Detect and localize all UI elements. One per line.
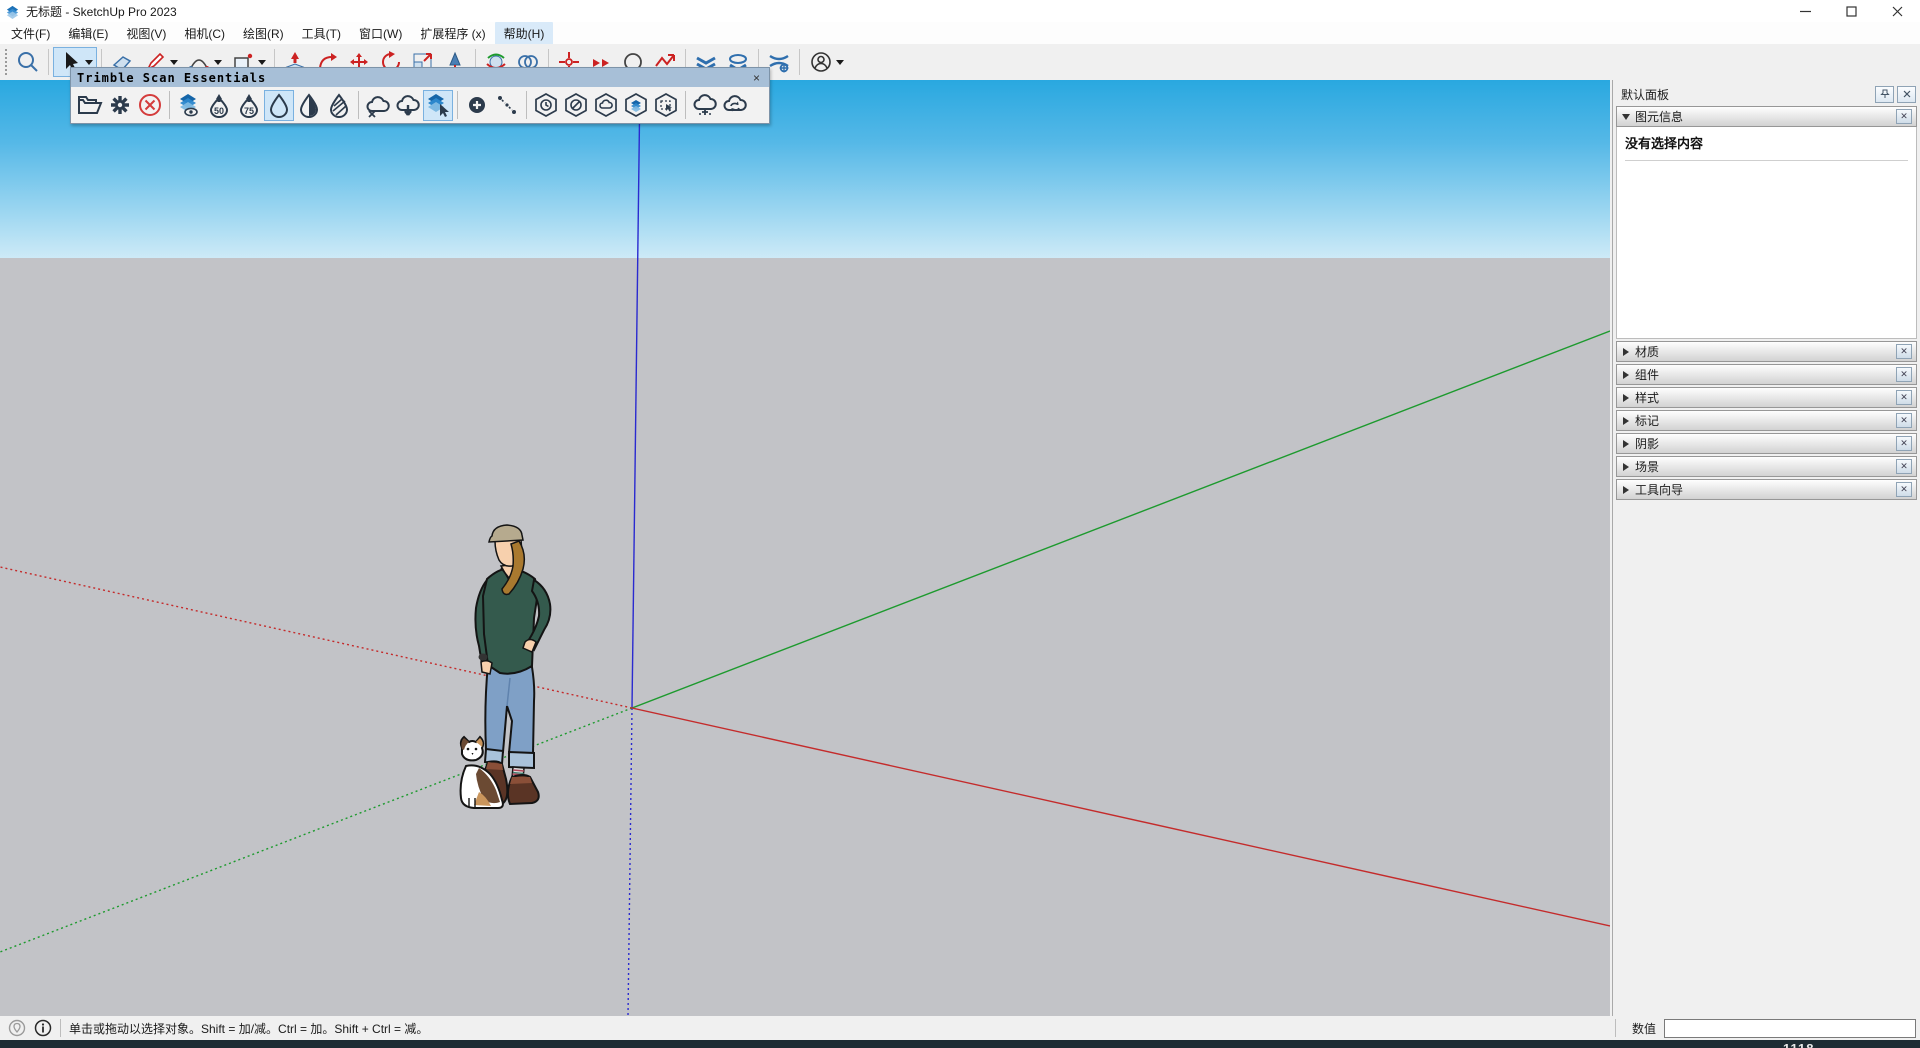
- trimble-toolbar-icons: 50 75: [71, 87, 769, 123]
- add-point-icon[interactable]: [462, 90, 492, 121]
- tray-pin-icon[interactable]: [1875, 86, 1894, 103]
- box-select-icon[interactable]: [651, 90, 681, 121]
- menu-item[interactable]: 视图(V): [117, 22, 175, 45]
- box-trimble-icon[interactable]: [621, 90, 651, 121]
- chevron-right-icon: [1623, 348, 1629, 356]
- cloud-sync-icon[interactable]: [720, 90, 750, 121]
- chevron-right-icon: [1623, 486, 1629, 494]
- tray-section-header[interactable]: 标记 ✕: [1616, 410, 1917, 431]
- box-history-icon[interactable]: [531, 90, 561, 121]
- titlebar: 无标题 - SketchUp Pro 2023: [0, 0, 1920, 22]
- toolbar-grip[interactable]: [3, 49, 9, 75]
- tray-sections: 材质 ✕ 组件 ✕ 样式 ✕ 标记 ✕: [1613, 341, 1920, 500]
- zoom-window-tool-icon[interactable]: [12, 47, 44, 77]
- menu-item[interactable]: 文件(F): [2, 22, 59, 45]
- trimble-toolbar-close-icon[interactable]: ×: [750, 71, 763, 85]
- geolocation-icon[interactable]: [8, 1019, 26, 1037]
- tray-title: 默认面板: [1621, 86, 1872, 103]
- window-title: 无标题 - SketchUp Pro 2023: [26, 3, 177, 20]
- menu-item[interactable]: 扩展程序 (x): [411, 22, 494, 45]
- background-window-strip: 1118: [0, 1040, 1920, 1048]
- section-close-icon[interactable]: ✕: [1896, 390, 1912, 405]
- account-menu-icon[interactable]: [804, 47, 848, 77]
- cloud-remove-icon[interactable]: [363, 90, 393, 121]
- entity-info-body: 没有选择内容: [1616, 127, 1917, 339]
- tray-section-header[interactable]: 场景 ✕: [1616, 456, 1917, 477]
- drawing-axes: [0, 80, 1610, 1016]
- point-style-striped-icon[interactable]: [324, 90, 354, 121]
- cloud-download-icon[interactable]: [393, 90, 423, 121]
- 3d-viewport[interactable]: [0, 80, 1610, 1016]
- point-style-half-icon[interactable]: [294, 90, 324, 121]
- sketchup-logo-icon: [5, 4, 20, 19]
- menu-item[interactable]: 编辑(E): [59, 22, 117, 45]
- settings-gear-icon[interactable]: [105, 90, 135, 121]
- info-icon[interactable]: [34, 1019, 52, 1037]
- chevron-right-icon: [1623, 440, 1629, 448]
- density-75-icon[interactable]: 75: [234, 90, 264, 121]
- trimble-scan-essentials-toolbar[interactable]: Trimble Scan Essentials × 50 75: [70, 67, 770, 124]
- maximize-button[interactable]: [1828, 0, 1874, 22]
- menu-item[interactable]: 工具(T): [293, 22, 350, 45]
- trimble-toolbar-titlebar[interactable]: Trimble Scan Essentials ×: [71, 68, 769, 87]
- section-close-icon[interactable]: ✕: [1896, 436, 1912, 451]
- density-75-label: 75: [244, 106, 254, 116]
- chevron-down-icon: [1622, 114, 1630, 120]
- cloud-add-icon[interactable]: [690, 90, 720, 121]
- cancel-scan-icon[interactable]: [135, 90, 165, 121]
- menu-item[interactable]: 窗口(W): [350, 22, 411, 45]
- density-50-label: 50: [214, 106, 224, 116]
- chevron-right-icon: [1623, 417, 1629, 425]
- entity-info-message: 没有选择内容: [1625, 133, 1908, 152]
- section-close-icon[interactable]: ✕: [1896, 413, 1912, 428]
- tray-section-header[interactable]: 样式 ✕: [1616, 387, 1917, 408]
- measure-polyline-icon[interactable]: [492, 90, 522, 121]
- menu-item[interactable]: 相机(C): [175, 22, 234, 45]
- select-tool-caret[interactable]: [85, 60, 93, 65]
- trimble-toolbar-title: Trimble Scan Essentials: [77, 71, 750, 85]
- close-button[interactable]: [1874, 0, 1920, 22]
- section-close-icon[interactable]: ✕: [1896, 344, 1912, 359]
- tray-section-header[interactable]: 工具向导 ✕: [1616, 479, 1917, 500]
- trimble-visibility-icon[interactable]: [174, 90, 204, 121]
- chevron-right-icon: [1623, 463, 1629, 471]
- account-menu-caret[interactable]: [836, 60, 844, 65]
- chevron-right-icon: [1623, 394, 1629, 402]
- point-style-outline-icon[interactable]: [264, 90, 294, 121]
- section-close-icon[interactable]: ✕: [1896, 367, 1912, 382]
- tray-section-header[interactable]: 材质 ✕: [1616, 341, 1917, 362]
- box-cloud-icon[interactable]: [591, 90, 621, 121]
- clipped-text: 1118: [1783, 1041, 1815, 1048]
- section-close-icon[interactable]: ✕: [1896, 482, 1912, 497]
- default-tray-panel: 默认面板 图元信息 ✕ 没有选择内容 材质 ✕: [1612, 80, 1920, 1016]
- tray-close-icon[interactable]: [1897, 86, 1916, 103]
- tray-section-header[interactable]: 组件 ✕: [1616, 364, 1917, 385]
- sketchup-window: 无标题 - SketchUp Pro 2023 文件(F) 编辑(E) 视图(V…: [0, 0, 1920, 1048]
- scale-figure[interactable]: [446, 516, 596, 816]
- menu-item[interactable]: 绘图(R): [234, 22, 293, 45]
- section-close-icon[interactable]: ✕: [1896, 109, 1912, 124]
- box-disabled-icon[interactable]: [561, 90, 591, 121]
- minimize-button[interactable]: [1782, 0, 1828, 22]
- measurement-label: 数值: [1632, 1020, 1656, 1037]
- status-bar: 单击或拖动以选择对象。Shift = 加/减。Ctrl = 加。Shift + …: [0, 1016, 1920, 1040]
- chevron-right-icon: [1623, 371, 1629, 379]
- status-hint: 单击或拖动以选择对象。Shift = 加/减。Ctrl = 加。Shift + …: [69, 1020, 428, 1037]
- menu-item[interactable]: 帮助(H): [495, 22, 554, 45]
- section-close-icon[interactable]: ✕: [1896, 459, 1912, 474]
- open-file-icon[interactable]: [75, 90, 105, 121]
- section-entity-info[interactable]: 图元信息 ✕: [1616, 106, 1917, 127]
- tray-section-header[interactable]: 阴影 ✕: [1616, 433, 1917, 454]
- trimble-pick-icon[interactable]: [423, 90, 453, 121]
- measurement-input[interactable]: [1664, 1019, 1916, 1038]
- density-50-icon[interactable]: 50: [204, 90, 234, 121]
- menubar: 文件(F) 编辑(E) 视图(V) 相机(C) 绘图(R) 工具(T) 窗口(W…: [0, 22, 1920, 44]
